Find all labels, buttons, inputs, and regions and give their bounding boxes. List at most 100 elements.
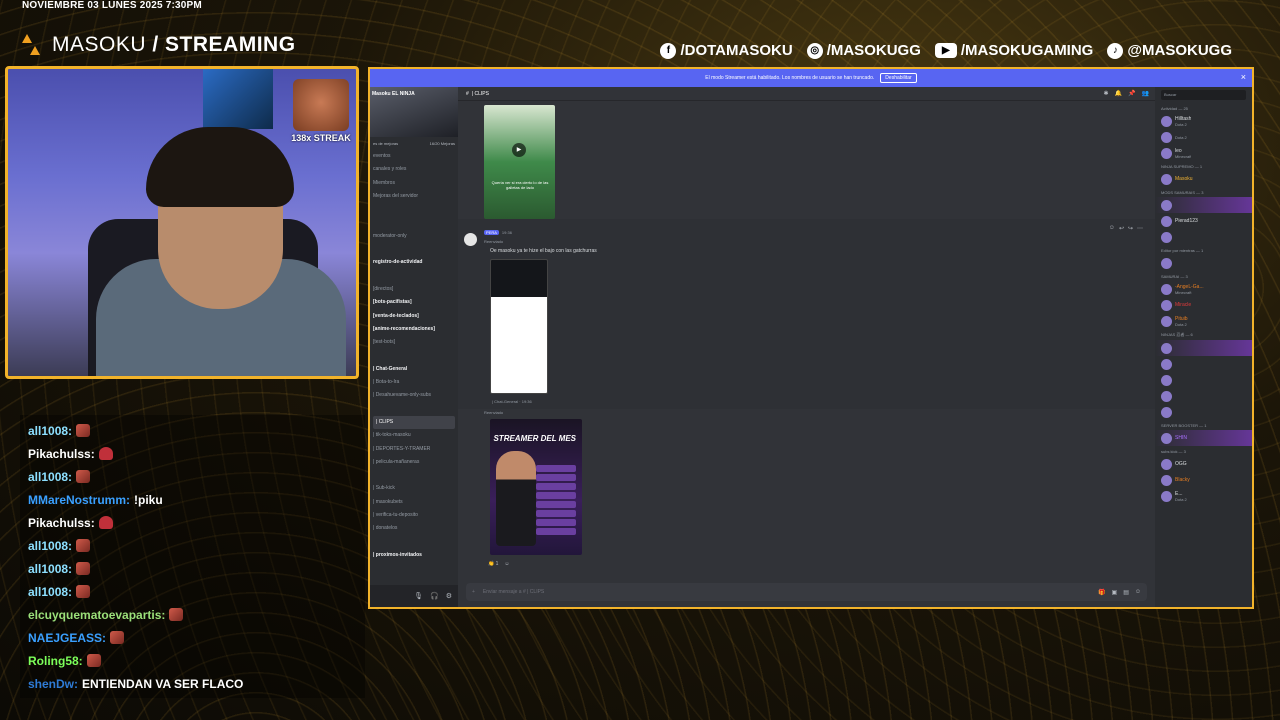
threads-icon[interactable]: ✱: [1104, 90, 1109, 97]
composer-input[interactable]: Enviar mensaje a # | CLIPS: [483, 589, 544, 595]
chat-username[interactable]: NAEJGEASS:: [28, 631, 106, 645]
settings-icon[interactable]: ⚙: [446, 592, 452, 600]
clip-video-attachment[interactable]: ▶ Quería ver si era cierto lo de las gal…: [484, 105, 555, 219]
channel-item[interactable]: [anime-recomendaciones]: [370, 323, 458, 336]
member-row[interactable]: Hilltash Dota 2: [1155, 113, 1252, 129]
channel-item[interactable]: | tik-toks-masoku: [370, 429, 458, 442]
reply-icon[interactable]: ↩: [1119, 225, 1124, 232]
channel-item[interactable]: | Sub-kick: [370, 482, 458, 495]
member-row[interactable]: SHIN: [1155, 430, 1252, 446]
channel-item[interactable]: Miembros: [370, 177, 458, 190]
channel-item[interactable]: Mejoras del servidor: [370, 190, 458, 203]
screenshot-attachment[interactable]: [490, 259, 548, 394]
chat-username[interactable]: all1008:: [28, 539, 72, 553]
sticker-icon[interactable]: ▤: [1123, 589, 1129, 596]
member-row[interactable]: [1155, 388, 1252, 404]
headphones-icon[interactable]: 🎧: [430, 592, 439, 600]
channel-item[interactable]: [directos]: [370, 283, 458, 296]
channel-category[interactable]: [370, 203, 458, 216]
channel-category[interactable]: [370, 349, 458, 362]
chat-username[interactable]: MMareNostrumm:: [28, 493, 130, 507]
channel-item[interactable]: registro-de-actividad: [370, 256, 458, 269]
plus-icon[interactable]: +: [472, 589, 475, 595]
member-row[interactable]: leo Minecraft: [1155, 145, 1252, 161]
member-row[interactable]: -AngeL-Ga... Minecraft: [1155, 281, 1252, 297]
close-icon[interactable]: ×: [1241, 72, 1246, 82]
forward-source[interactable]: | Chat-General · 19:36: [492, 399, 532, 404]
member-row[interactable]: [1155, 255, 1252, 271]
channel-item[interactable]: [bots-pacifistas]: [370, 296, 458, 309]
bell-icon[interactable]: 🔔: [1115, 90, 1122, 97]
member-row[interactable]: OGG: [1155, 456, 1252, 472]
channel-item[interactable]: | proximos-invitados: [370, 549, 458, 562]
member-name: Blacky: [1175, 477, 1190, 483]
gift-icon[interactable]: 🎁: [1098, 589, 1105, 596]
channel-item[interactable]: eventos: [370, 150, 458, 163]
chat-username[interactable]: all1008:: [28, 562, 72, 576]
channel-item[interactable]: | Bota-to-Ira: [370, 376, 458, 389]
channel-item[interactable]: moderator-only: [370, 230, 458, 243]
channel-item[interactable]: [370, 216, 458, 229]
channel-item[interactable]: [370, 243, 458, 256]
avatar[interactable]: [464, 233, 477, 246]
add-reaction-icon[interactable]: ☺: [1109, 225, 1115, 232]
chat-username[interactable]: all1008:: [28, 424, 72, 438]
chat-username[interactable]: all1008:: [28, 470, 72, 484]
channel-item[interactable]: | Desahuevame-only-subs: [370, 389, 458, 402]
forward-icon[interactable]: ↪: [1128, 225, 1133, 232]
channel-item[interactable]: [venta-de-teclados]: [370, 310, 458, 323]
channel-item[interactable]: | CLIPS: [373, 415, 455, 430]
message-composer[interactable]: + Enviar mensaje a # | CLIPS 🎁 ▣ ▤ ☺: [466, 583, 1147, 601]
channel-category[interactable]: [370, 403, 458, 416]
channel-item[interactable]: canales y roles: [370, 163, 458, 176]
search-input[interactable]: Buscar: [1161, 90, 1246, 100]
channel-item[interactable]: | pelicula-mañaneras: [370, 456, 458, 469]
microphone-icon[interactable]: 🎙: [414, 592, 423, 600]
reaction-chip[interactable]: 👏 1: [488, 561, 498, 567]
chat-username[interactable]: Pikachulss:: [28, 516, 95, 530]
channel-item[interactable]: | verifica-tu-deposito: [370, 509, 458, 522]
emote-heart-icon: [98, 516, 113, 529]
member-row[interactable]: Pituib Dota 2: [1155, 313, 1252, 329]
channel-category[interactable]: [370, 536, 458, 549]
member-row[interactable]: Dota 2: [1155, 129, 1252, 145]
member-row[interactable]: [1155, 229, 1252, 245]
member-activity: Minecraft: [1175, 289, 1192, 295]
member-row[interactable]: [1155, 197, 1252, 213]
member-row[interactable]: Miracle: [1155, 297, 1252, 313]
add-reaction-icon[interactable]: ☺: [504, 561, 509, 567]
channel-item[interactable]: | DEPORTES-Y-TRAMER: [370, 443, 458, 456]
channel-item[interactable]: | Chat-General: [370, 363, 458, 376]
member-row[interactable]: Masoku: [1155, 171, 1252, 187]
member-row[interactable]: E... Dota 2: [1155, 488, 1252, 504]
channel-item[interactable]: | donatelos: [370, 522, 458, 535]
play-icon[interactable]: ▶: [512, 143, 526, 157]
chat-username[interactable]: Pikachulss:: [28, 447, 95, 461]
channel-category[interactable]: [370, 469, 458, 482]
more-icon[interactable]: ⋯: [1137, 225, 1143, 232]
boost-progress[interactable]: es de mejoras 16/20 Mejoras: [370, 137, 458, 150]
member-row[interactable]: [1155, 356, 1252, 372]
member-row[interactable]: Blacky: [1155, 472, 1252, 488]
chat-username[interactable]: Roling58:: [28, 654, 83, 668]
channel-item[interactable]: | masokubets: [370, 496, 458, 509]
header-actions: ✱ 🔔 📌 👥: [1104, 90, 1149, 97]
disable-streamer-mode-button[interactable]: Deshabilitar: [880, 73, 917, 83]
gif-icon[interactable]: ▣: [1112, 589, 1118, 596]
server-banner[interactable]: Masoku EL NINJA: [370, 87, 458, 137]
member-row[interactable]: Pierad123: [1155, 213, 1252, 229]
member-name: Pierad123: [1175, 218, 1198, 224]
member-row[interactable]: [1155, 372, 1252, 388]
chat-username[interactable]: elcuyquematoevapartis:: [28, 608, 165, 622]
member-row[interactable]: [1155, 404, 1252, 420]
emoji-icon[interactable]: ☺: [1135, 589, 1141, 596]
chat-username[interactable]: all1008:: [28, 585, 72, 599]
member-row[interactable]: [1155, 340, 1252, 356]
boost-count: 16/20 Mejoras: [429, 141, 455, 146]
pin-icon[interactable]: 📌: [1128, 90, 1135, 97]
chat-username[interactable]: shenDw:: [28, 677, 78, 691]
members-icon[interactable]: 👥: [1142, 90, 1149, 97]
channel-category[interactable]: [370, 270, 458, 283]
streamer-del-mes-image[interactable]: STREAMER DEL MES: [490, 419, 582, 555]
channel-item[interactable]: [test-bots]: [370, 336, 458, 349]
